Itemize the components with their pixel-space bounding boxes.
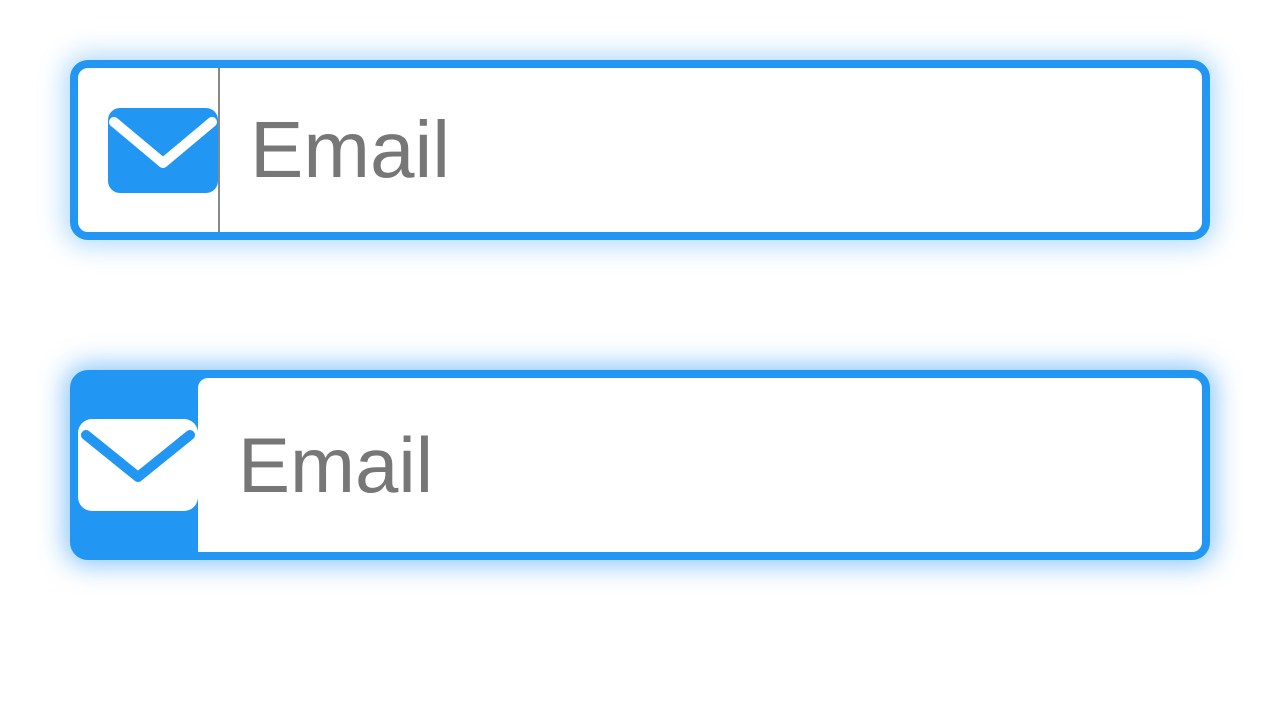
input-container <box>198 378 1210 552</box>
email-input-a[interactable] <box>218 68 1279 232</box>
envelope-icon <box>108 108 218 193</box>
envelope-icon <box>78 378 198 552</box>
email-field-variant-b[interactable] <box>70 370 1210 560</box>
email-input-b[interactable] <box>238 378 1210 552</box>
email-field-variant-a[interactable] <box>70 60 1210 240</box>
